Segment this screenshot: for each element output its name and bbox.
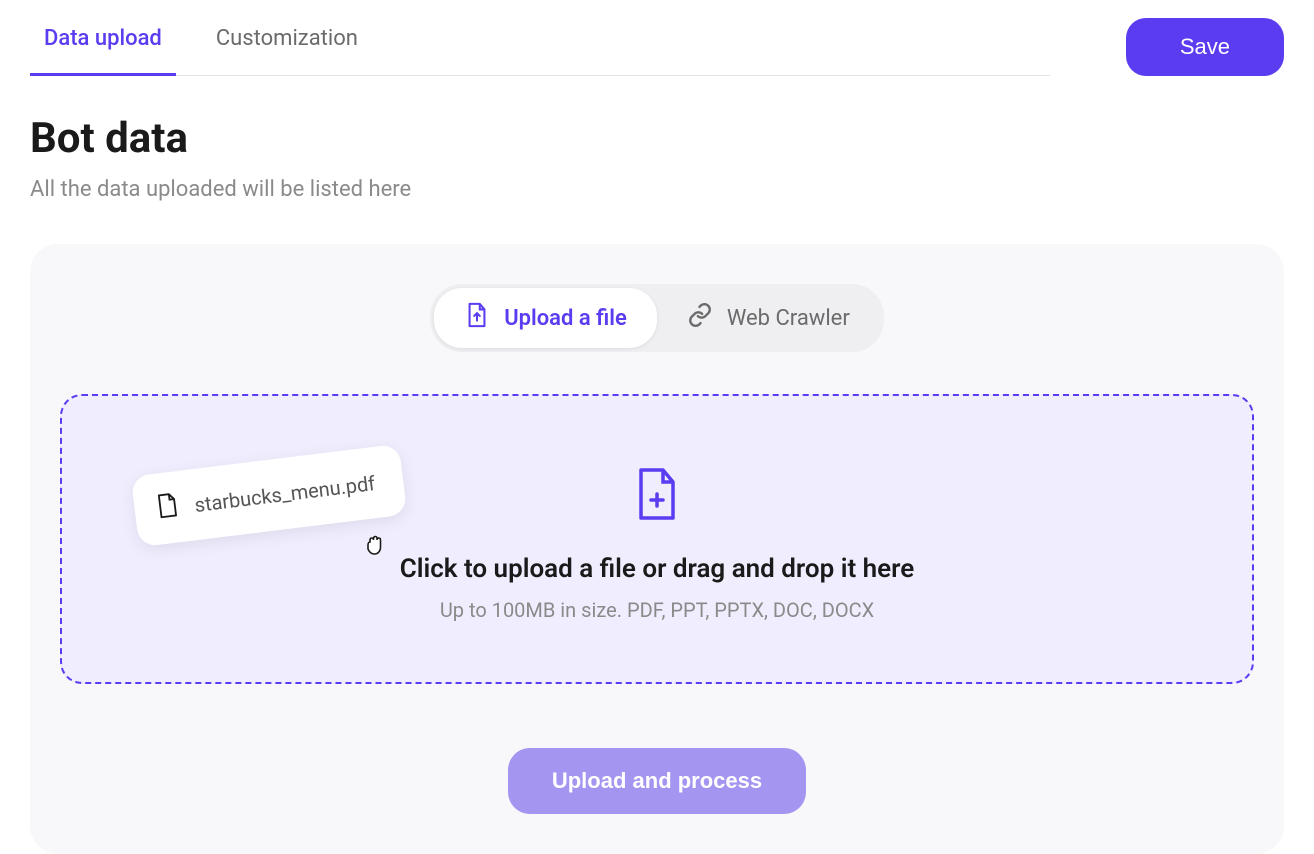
- segment-web-crawler[interactable]: Web Crawler: [657, 288, 880, 348]
- tabs-container: Data upload Customization: [30, 18, 1050, 76]
- tab-data-upload[interactable]: Data upload: [44, 18, 162, 75]
- file-upload-icon: [464, 302, 490, 334]
- file-icon: [155, 491, 181, 524]
- upload-card: Upload a file Web Crawler starbucks_menu…: [30, 244, 1284, 854]
- segment-upload-file-label: Upload a file: [504, 306, 627, 331]
- upload-mode-segmented: Upload a file Web Crawler: [430, 284, 884, 352]
- grab-cursor-icon: [362, 532, 388, 558]
- save-button[interactable]: Save: [1126, 18, 1284, 76]
- upload-and-process-button[interactable]: Upload and process: [508, 748, 806, 814]
- dropzone-title: Click to upload a file or drag and drop …: [400, 554, 915, 584]
- page-title: Bot data: [30, 114, 1284, 163]
- file-dropzone[interactable]: starbucks_menu.pdf Click to upload a fil…: [60, 394, 1254, 684]
- tab-customization[interactable]: Customization: [216, 18, 358, 75]
- segment-upload-file[interactable]: Upload a file: [434, 288, 657, 348]
- dropzone-subtitle: Up to 100MB in size. PDF, PPT, PPTX, DOC…: [440, 598, 874, 622]
- add-file-icon: [633, 466, 681, 526]
- page-subtitle: All the data uploaded will be listed her…: [30, 177, 1284, 202]
- dragged-file-name: starbucks_menu.pdf: [193, 471, 376, 517]
- segment-web-crawler-label: Web Crawler: [727, 306, 850, 331]
- link-icon: [687, 302, 713, 334]
